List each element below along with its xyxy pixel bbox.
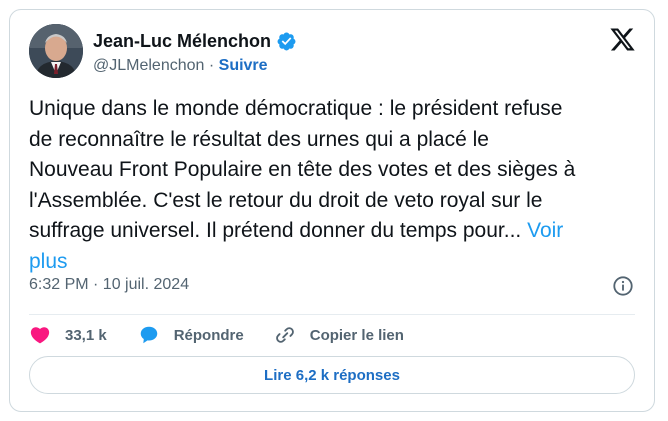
avatar[interactable]	[29, 24, 83, 78]
like-button[interactable]: 33,1 k	[29, 324, 107, 346]
verified-badge-icon	[277, 32, 296, 51]
handle-separator: ·	[204, 57, 219, 74]
author-handle[interactable]: @JLMelenchon	[93, 57, 204, 74]
reply-label: Répondre	[173, 326, 244, 344]
tweet-text: Unique dans le monde démocratique : le p…	[29, 94, 641, 277]
avatar-portrait	[29, 24, 83, 78]
like-count: 33,1 k	[65, 326, 107, 344]
copy-link-label: Copier le lien	[309, 326, 404, 344]
heart-icon	[30, 327, 50, 344]
x-logo-icon[interactable]	[609, 26, 636, 53]
action-bar: 33,1 k Répondre Copier le lien	[29, 322, 404, 348]
reply-button[interactable]: Répondre	[138, 324, 244, 346]
info-icon[interactable]	[612, 275, 634, 297]
author-handle-row: @JLMelenchon · Suivre	[93, 57, 268, 75]
speech-bubble-icon	[140, 326, 157, 344]
read-replies-button[interactable]: Lire 6,2 k réponses	[29, 356, 635, 394]
read-replies-label: Lire 6,2 k réponses	[264, 366, 400, 384]
author-name[interactable]: Jean-Luc Mélenchon	[93, 31, 271, 52]
divider	[29, 314, 635, 315]
tweet-card: Jean-Luc Mélenchon @JLMelenchon · Suivre…	[9, 9, 655, 412]
copy-link-button[interactable]: Copier le lien	[274, 324, 404, 346]
follow-link[interactable]: Suivre	[219, 57, 268, 74]
tweet-timestamp[interactable]: 6:32 PM · 10 juil. 2024	[29, 276, 189, 294]
author-name-row: Jean-Luc Mélenchon	[93, 31, 297, 52]
tweet-body: Unique dans le monde démocratique : le p…	[29, 97, 576, 242]
link-icon	[275, 327, 294, 343]
